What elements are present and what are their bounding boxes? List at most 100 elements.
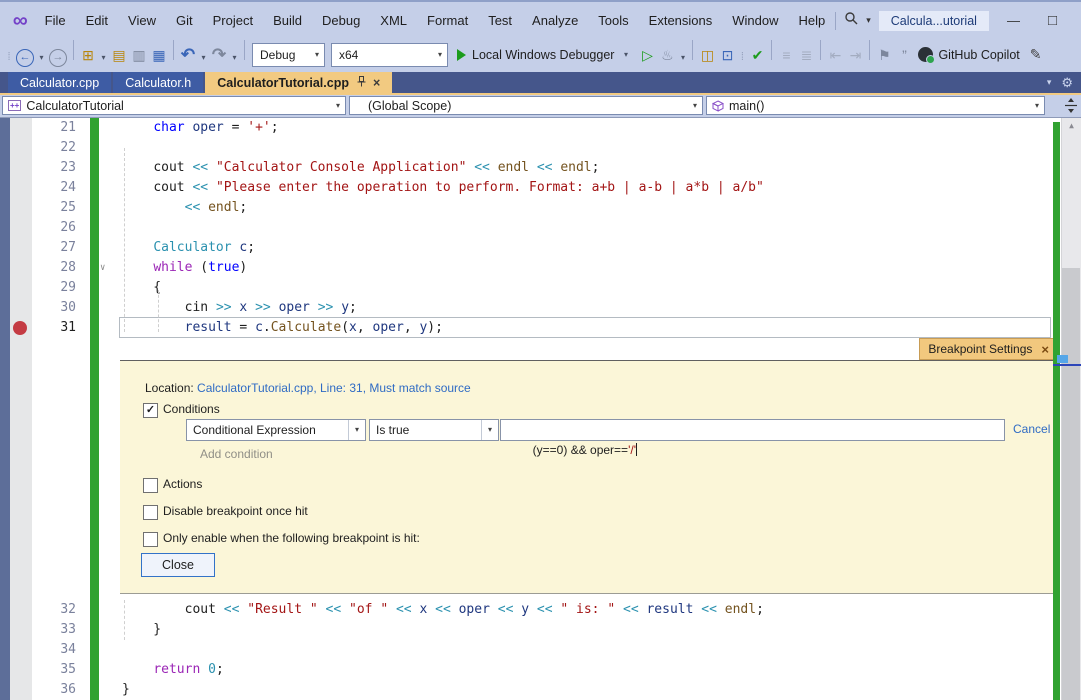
menu-xml[interactable]: XML <box>370 3 417 38</box>
actions-checkbox[interactable] <box>143 478 158 493</box>
menu-edit[interactable]: Edit <box>76 3 118 38</box>
solution-configuration-select[interactable]: Debug <box>252 43 325 67</box>
menu-file[interactable]: File <box>35 3 76 38</box>
code-line-25[interactable]: 25 << endl; <box>0 198 1081 218</box>
code-line-22[interactable]: 22 <box>0 138 1081 158</box>
condition-type-select[interactable]: Conditional Expression <box>186 419 366 441</box>
bookmark-icon[interactable]: ⚑ <box>874 44 894 66</box>
menu-debug[interactable]: Debug <box>312 3 370 38</box>
menu-format[interactable]: Format <box>417 3 478 38</box>
member-dropdown[interactable]: main() <box>706 96 1045 115</box>
scope-dropdown[interactable]: (Global Scope) <box>349 96 703 115</box>
undo-icon[interactable]: ↶ <box>178 44 198 66</box>
minimize-button[interactable] <box>997 13 1030 28</box>
close-button[interactable]: Close <box>141 553 215 577</box>
dropdown-icon[interactable]: ▾ <box>229 47 240 69</box>
start-debugging-button[interactable]: Local Windows Debugger ▾ <box>451 44 637 66</box>
save-icon[interactable]: ▥ <box>129 44 149 66</box>
menu-build[interactable]: Build <box>263 3 312 38</box>
code-text: return 0; <box>122 660 224 680</box>
code-line-36[interactable]: 36} <box>0 680 1081 700</box>
code-line-34[interactable]: 34 <box>0 640 1081 660</box>
gear-icon[interactable] <box>1061 75 1073 91</box>
solution-platform-select[interactable]: x64 <box>331 43 448 67</box>
code-line-24[interactable]: 24 cout << "Please enter the operation t… <box>0 178 1081 198</box>
menu-tools[interactable]: Tools <box>588 3 638 38</box>
scroll-up-arrow-icon[interactable] <box>1062 118 1081 134</box>
maximize-button[interactable] <box>1038 12 1067 29</box>
document-tab-strip: Calculator.cpp Calculator.h CalculatorTuto… <box>0 72 1081 95</box>
nav-forward-icon[interactable]: → <box>49 49 67 67</box>
code-line-31[interactable]: 31 result = c.Calculate(x, oper, y); <box>0 318 1081 338</box>
collapse-chevron-icon[interactable] <box>100 258 105 278</box>
dropdown-icon[interactable]: ▾ <box>198 47 209 69</box>
open-folder-icon[interactable]: ▤ <box>109 44 129 66</box>
menu-test[interactable]: Test <box>478 3 522 38</box>
menu-git[interactable]: Git <box>166 3 203 38</box>
quotes-icon[interactable]: ” <box>894 44 914 66</box>
tab-calculator-h[interactable]: Calculator.h <box>113 72 203 93</box>
dropdown-icon[interactable]: ▾ <box>36 47 47 69</box>
tab-calculator-cpp[interactable]: Calculator.cpp <box>8 72 111 93</box>
indent-decrease-icon[interactable]: ⇤ <box>825 44 845 66</box>
cancel-link[interactable]: Cancel <box>1013 422 1050 436</box>
find-in-files-icon[interactable]: ◫ <box>697 44 717 66</box>
conditions-checkbox[interactable] <box>143 403 158 418</box>
menu-help[interactable]: Help <box>789 3 836 38</box>
menu-extensions[interactable]: Extensions <box>639 3 723 38</box>
dropdown-icon[interactable]: ▾ <box>677 47 688 69</box>
code-line-30[interactable]: 30 cin >> x >> oper >> y; <box>0 298 1081 318</box>
play-outline-icon[interactable]: ▷ <box>637 44 657 66</box>
menu-view[interactable]: View <box>118 3 166 38</box>
code-line-23[interactable]: 23 cout << "Calculator Console Applicati… <box>0 158 1081 178</box>
menu-project[interactable]: Project <box>203 3 263 38</box>
menu-analyze[interactable]: Analyze <box>522 3 588 38</box>
pin-icon[interactable] <box>357 76 366 90</box>
new-item-icon[interactable]: ⊞ <box>78 44 98 66</box>
comment-show-icon[interactable]: ≡ <box>776 44 796 66</box>
project-dropdown[interactable]: CalculatorTutorial <box>2 96 346 115</box>
disable-once-hit-checkbox[interactable] <box>143 505 158 520</box>
split-editor-icon[interactable] <box>1064 98 1078 118</box>
code-line-32[interactable]: 32 cout << "Result " << "of " << x << op… <box>0 600 1081 620</box>
breakpoint-settings-tab[interactable]: Breakpoint Settings <box>919 338 1058 360</box>
code-line-28[interactable]: 28 while (true) <box>0 258 1081 278</box>
code-line-27[interactable]: 27 Calculator c; <box>0 238 1081 258</box>
breakpoint-icon[interactable] <box>13 321 27 335</box>
menu-bar: FileEditViewGitProjectBuildDebugXMLForma… <box>35 2 836 39</box>
search-dropdown-caret-icon[interactable] <box>866 15 871 26</box>
menu-window[interactable]: Window <box>722 3 788 38</box>
github-copilot-button[interactable]: GitHub Copilot <box>914 47 1023 62</box>
save-all-icon[interactable]: ▦ <box>149 44 169 66</box>
flame-icon[interactable]: ♨ <box>657 44 677 66</box>
dropdown-icon[interactable]: ▾ <box>98 47 109 69</box>
line-number: 32 <box>32 600 76 620</box>
spell-check-icon[interactable]: ✔ <box>747 44 767 66</box>
add-condition-link[interactable]: Add condition <box>200 447 273 461</box>
redo-icon[interactable]: ↷ <box>209 44 229 66</box>
tab-list-dropdown-icon[interactable] <box>1047 77 1052 88</box>
only-enable-checkbox[interactable] <box>143 532 158 547</box>
code-line-29[interactable]: 29 { <box>0 278 1081 298</box>
condition-expression-input[interactable]: (y==0) && oper=='/' <box>500 419 1005 441</box>
nav-back-icon[interactable]: ← <box>16 49 34 67</box>
tab-calculatortutorial-cpp[interactable]: CalculatorTutorial.cpp <box>205 72 392 93</box>
code-line-33[interactable]: 33 } <box>0 620 1081 640</box>
close-tab-icon[interactable] <box>373 76 380 90</box>
tab-label: Calculator.h <box>125 76 191 90</box>
search-box[interactable]: Calcula...utorial <box>879 11 989 31</box>
window-layout-icon[interactable]: ⊡ <box>717 44 737 66</box>
close-icon[interactable] <box>1041 342 1049 357</box>
condition-operator-select[interactable]: Is true <box>369 419 499 441</box>
code-line-21[interactable]: 21 char oper = '+'; <box>0 118 1081 138</box>
code-line-35[interactable]: 35 return 0; <box>0 660 1081 680</box>
indent-increase-icon[interactable]: ⇥ <box>845 44 865 66</box>
code-editor[interactable]: 21 char oper = '+';2223 cout << "Calcula… <box>0 118 1081 700</box>
search-icon[interactable] <box>844 11 858 30</box>
location-link[interactable]: CalculatorTutorial.cpp, Line: 31, Must m… <box>197 381 471 395</box>
code-line-26[interactable]: 26 <box>0 218 1081 238</box>
comment-hide-icon[interactable]: ≣ <box>796 44 816 66</box>
method-cube-icon <box>712 100 724 112</box>
send-feedback-icon[interactable] <box>1024 46 1048 63</box>
scrollbar-thumb[interactable] <box>1062 268 1080 700</box>
